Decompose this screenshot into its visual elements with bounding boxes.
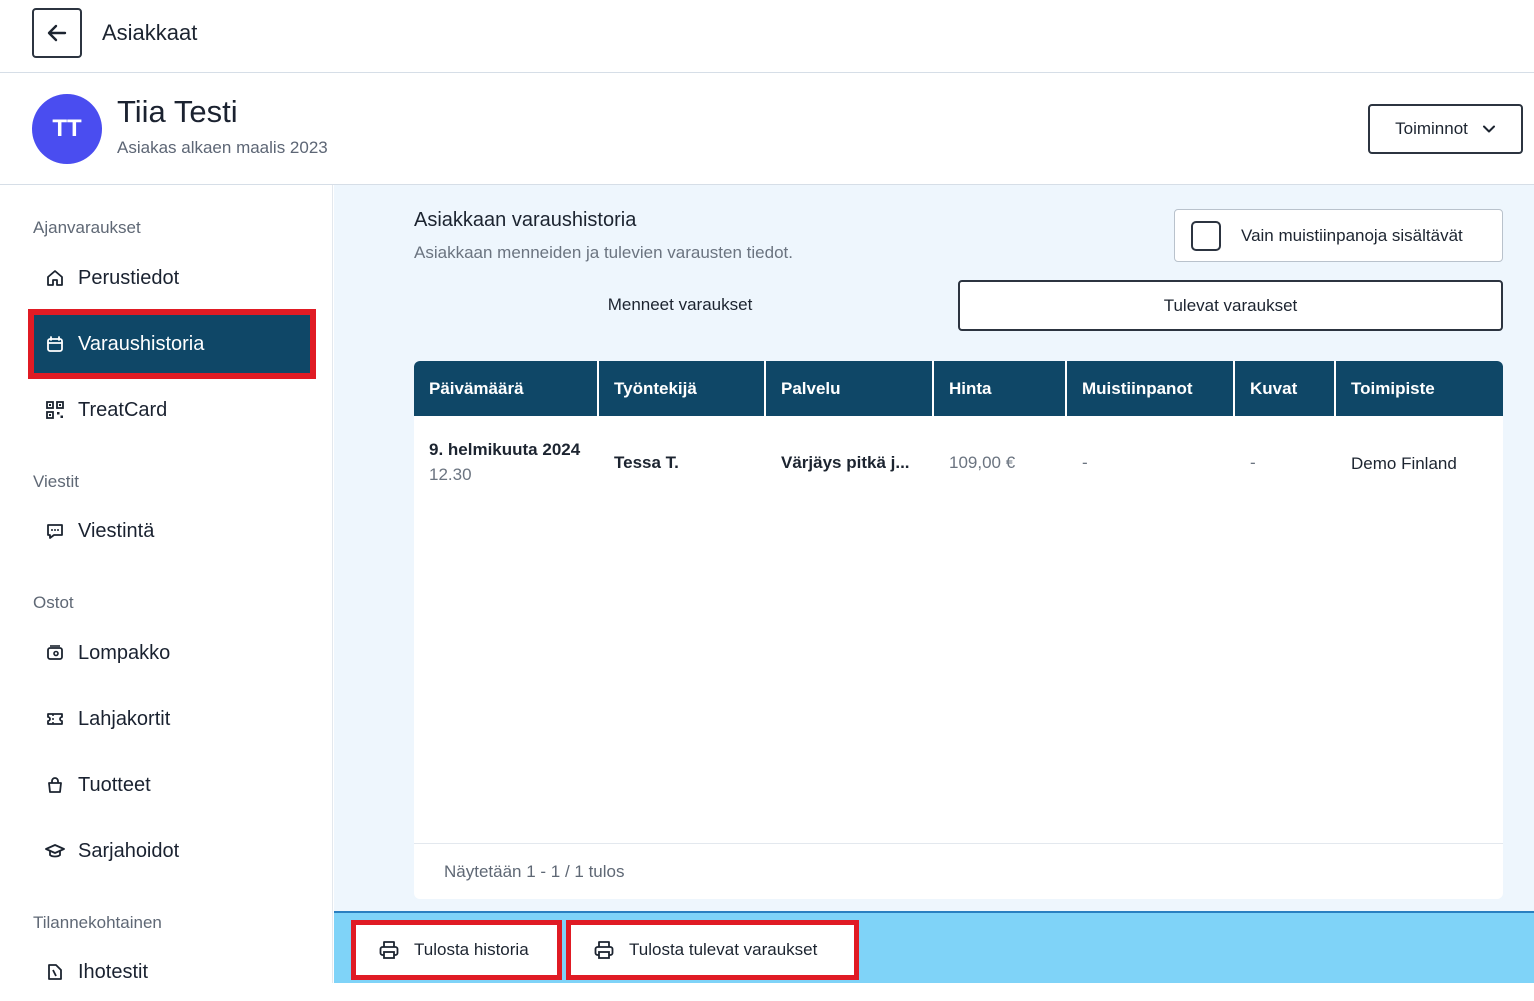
- print-upcoming-label: Tulosta tulevat varaukset: [629, 940, 818, 959]
- print-upcoming-button[interactable]: Tulosta tulevat varaukset: [566, 920, 859, 980]
- chevron-down-icon: [1482, 125, 1495, 133]
- sidebar-item-skin-tests[interactable]: Ihotestit: [34, 943, 310, 1001]
- ticket-icon: [44, 708, 66, 730]
- row-service: Värjäys pitkä j...: [781, 453, 910, 472]
- home-icon: [44, 267, 66, 289]
- section-subtitle: Asiakkaan menneiden ja tulevien varauste…: [414, 243, 793, 262]
- sidebar-item-label: Viestintä: [78, 519, 155, 542]
- column-header-images[interactable]: Kuvat: [1235, 361, 1336, 416]
- tab-upcoming-bookings[interactable]: Tulevat varaukset: [958, 280, 1503, 331]
- sidebar: Ajanvaraukset Perustiedot Varaushistoria…: [0, 185, 333, 983]
- section-appointments: Ajanvaraukset: [33, 218, 141, 237]
- notes-only-toggle[interactable]: Vain muistiinpanoja sisältävät: [1174, 209, 1503, 262]
- printer-icon: [594, 941, 614, 959]
- row-price: 109,00 €: [949, 453, 1016, 472]
- qr-code-icon: [44, 399, 66, 421]
- customer-since: Asiakas alkaen maalis 2023: [117, 138, 328, 157]
- tab-past-bookings[interactable]: Menneet varaukset: [414, 280, 946, 330]
- top-bar: Asiakkaat: [0, 0, 1534, 73]
- row-images: -: [1250, 453, 1256, 472]
- avatar: TT: [32, 94, 102, 164]
- sidebar-item-messaging[interactable]: Viestintä: [34, 502, 310, 560]
- actions-dropdown[interactable]: Toiminnot: [1368, 104, 1523, 154]
- customer-header: TT Tiia Testi Asiakas alkaen maalis 2023…: [0, 74, 1534, 185]
- sidebar-item-label: Lahjakortit: [78, 707, 171, 730]
- printer-icon: [379, 941, 399, 959]
- actions-label: Toiminnot: [1395, 119, 1468, 138]
- back-button[interactable]: [32, 8, 82, 58]
- chat-icon: [44, 520, 66, 542]
- column-header-date[interactable]: Päivämäärä: [414, 361, 599, 416]
- section-purchases: Ostot: [33, 593, 74, 612]
- sidebar-item-wallet[interactable]: Lompakko: [34, 624, 310, 682]
- sidebar-item-booking-history[interactable]: Varaushistoria: [28, 309, 316, 379]
- notes-only-checkbox[interactable]: [1191, 220, 1221, 251]
- row-employee: Tessa T.: [614, 453, 679, 472]
- table-header: Päivämäärä Työntekijä Palvelu Hinta Muis…: [414, 361, 1503, 416]
- sidebar-item-label: Perustiedot: [78, 266, 180, 289]
- row-notes: -: [1082, 453, 1088, 472]
- calendar-icon: [44, 333, 66, 355]
- main-content: Asiakkaan varaushistoria Asiakkaan menne…: [334, 185, 1534, 912]
- section-situational: Tilannekohtainen: [33, 913, 162, 932]
- customer-name: Tiia Testi: [117, 94, 238, 129]
- sidebar-item-basic-info[interactable]: Perustiedot: [34, 249, 310, 307]
- sidebar-item-label: Varaushistoria: [78, 332, 205, 355]
- bookings-table: Päivämäärä Työntekijä Palvelu Hinta Muis…: [414, 361, 1503, 899]
- row-time: 12.30: [429, 465, 472, 484]
- wallet-icon: [44, 642, 66, 664]
- arrow-left-icon: [47, 24, 67, 42]
- bag-icon: [44, 774, 66, 796]
- notes-only-label: Vain muistiinpanoja sisältävät: [1241, 225, 1463, 245]
- column-header-location[interactable]: Toimipiste: [1336, 361, 1503, 416]
- column-header-employee[interactable]: Työntekijä: [599, 361, 766, 416]
- print-history-button[interactable]: Tulosta historia: [351, 920, 562, 980]
- print-history-label: Tulosta historia: [414, 940, 529, 959]
- sidebar-item-treatcard[interactable]: TreatCard: [34, 381, 310, 439]
- section-messages: Viestit: [33, 472, 79, 491]
- column-header-service[interactable]: Palvelu: [766, 361, 934, 416]
- table-pagination-info: Näytetään 1 - 1 / 1 tulos: [414, 843, 1503, 899]
- sidebar-item-label: Lompakko: [78, 641, 171, 664]
- sidebar-item-label: Tuotteet: [78, 773, 151, 796]
- sidebar-item-label: TreatCard: [78, 398, 168, 421]
- column-header-price[interactable]: Hinta: [934, 361, 1067, 416]
- test-icon: [44, 961, 66, 983]
- row-location: Demo Finland: [1351, 454, 1457, 473]
- sidebar-item-products[interactable]: Tuotteet: [34, 756, 310, 814]
- sidebar-item-label: Sarjahoidot: [78, 839, 180, 862]
- column-header-notes[interactable]: Muistiinpanot: [1067, 361, 1235, 416]
- sidebar-item-gift-cards[interactable]: Lahjakortit: [34, 690, 310, 748]
- page-title: Asiakkaat: [102, 20, 198, 45]
- sidebar-item-series-treatments[interactable]: Sarjahoidot: [34, 822, 310, 880]
- row-date: 9. helmikuuta 2024: [429, 440, 581, 459]
- bottom-action-bar: Tulosta historia Tulosta tulevat varauks…: [334, 911, 1534, 983]
- graduation-cap-icon: [44, 840, 66, 862]
- section-title: Asiakkaan varaushistoria: [414, 209, 637, 231]
- sidebar-item-label: Ihotestit: [78, 960, 149, 983]
